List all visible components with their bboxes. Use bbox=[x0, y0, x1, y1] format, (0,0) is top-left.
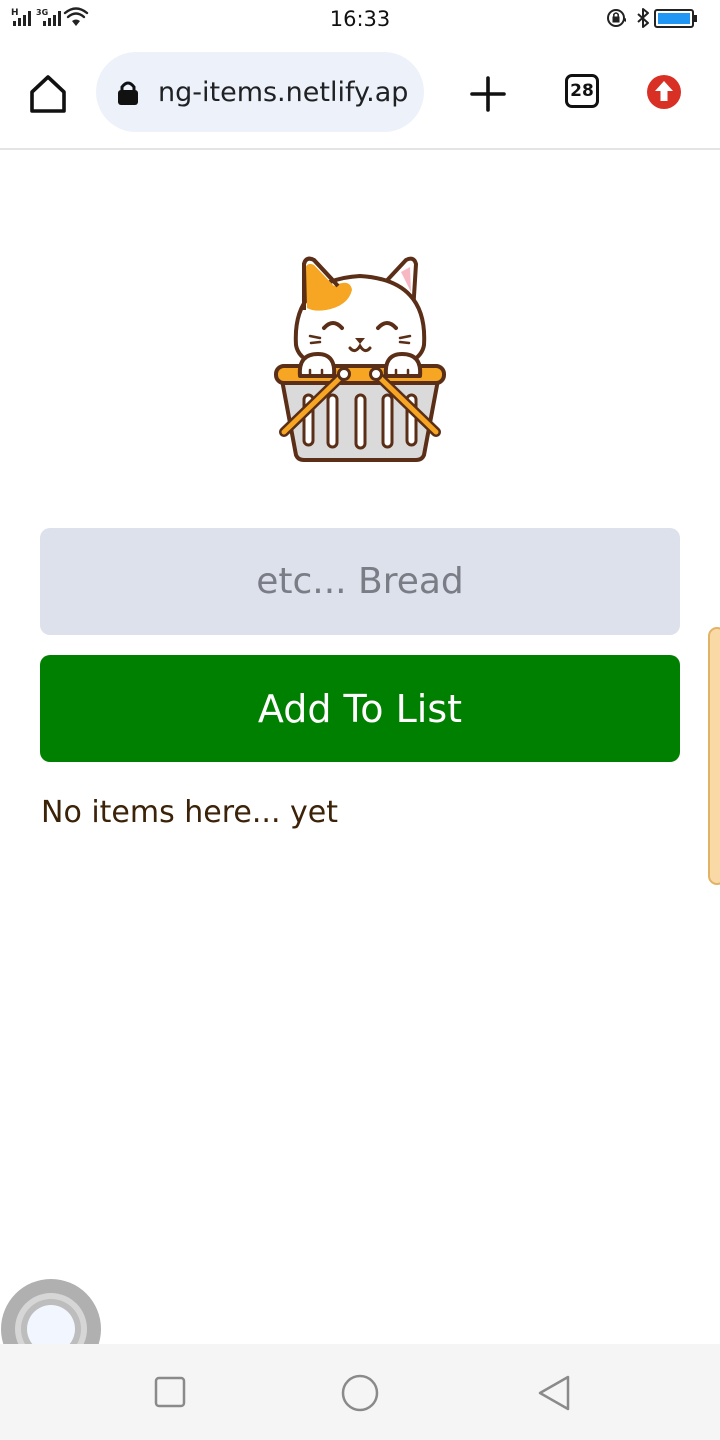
system-home-button[interactable] bbox=[340, 1373, 380, 1413]
system-nav-bar bbox=[0, 1344, 720, 1440]
rotation-lock-icon bbox=[607, 9, 626, 27]
empty-list-message: No items here... yet bbox=[41, 795, 338, 830]
back-icon bbox=[538, 1375, 570, 1411]
cat-basket-logo bbox=[274, 256, 446, 462]
status-bar: H 3G 16:33 bbox=[0, 0, 720, 40]
plus-icon bbox=[470, 76, 506, 112]
home-icon bbox=[30, 75, 66, 113]
browser-toolbar: ng-items.netlify.app 28 bbox=[0, 40, 720, 150]
url-text[interactable]: ng-items.netlify.app bbox=[158, 76, 410, 110]
new-tab-button[interactable] bbox=[466, 72, 510, 116]
address-bar[interactable]: ng-items.netlify.app bbox=[96, 52, 424, 132]
tab-count-button[interactable]: 28 bbox=[565, 74, 599, 108]
update-arrow-icon bbox=[647, 75, 681, 109]
home-button[interactable] bbox=[26, 72, 70, 116]
update-button[interactable] bbox=[646, 74, 682, 110]
add-to-list-button[interactable]: Add To List bbox=[40, 655, 680, 762]
lock-icon bbox=[118, 81, 138, 105]
recents-icon bbox=[154, 1376, 186, 1408]
status-right-group bbox=[606, 6, 710, 36]
system-status-icons bbox=[607, 8, 697, 28]
bluetooth-icon bbox=[637, 8, 649, 28]
item-input[interactable] bbox=[40, 528, 680, 635]
battery-icon bbox=[654, 9, 697, 28]
system-back-button[interactable] bbox=[536, 1373, 572, 1413]
edge-panel-handle[interactable] bbox=[708, 627, 720, 885]
home-circle-icon bbox=[341, 1374, 379, 1412]
recents-button[interactable] bbox=[154, 1376, 186, 1408]
